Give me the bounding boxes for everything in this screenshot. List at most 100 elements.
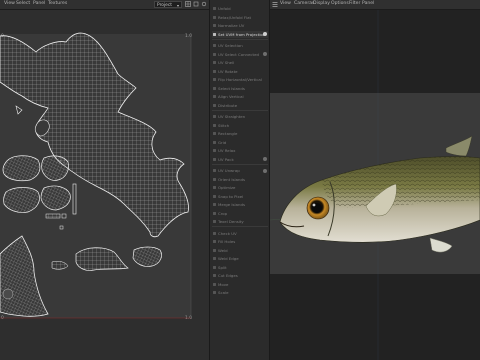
options-icon[interactable] <box>263 157 267 161</box>
options-icon[interactable] <box>263 168 267 173</box>
uv-island-fin-4[interactable] <box>40 185 71 211</box>
uv-menu-view[interactable]: View <box>4 1 15 6</box>
grid-icon[interactable] <box>185 1 191 7</box>
tool-item[interactable]: Distribute <box>212 102 268 109</box>
tool-item-label: Orient Islands <box>218 176 245 182</box>
uv-menu-panel[interactable]: Panel <box>33 1 45 6</box>
tool-item-label: Stitch <box>218 122 230 128</box>
tool-item[interactable]: UV Rotate <box>212 68 268 75</box>
tool-item[interactable]: Rectangle <box>212 130 268 137</box>
uv-menu-select[interactable]: Select <box>16 1 30 6</box>
tool-item-label: Select Islands <box>218 85 245 91</box>
tool-item-label: UV Select Connected <box>218 51 259 57</box>
tool-item[interactable]: Unfold <box>212 5 268 12</box>
tool-item-label: Split <box>218 264 227 270</box>
vp-menu-display[interactable]: Display <box>313 1 330 6</box>
tool-item-label: Normalize UV <box>218 23 245 28</box>
frame-icon[interactable] <box>193 1 199 7</box>
tool-item-label: Set UVM from Projection <box>218 31 266 37</box>
uv-island-fin-2[interactable] <box>41 155 69 181</box>
tool-item[interactable]: Split <box>212 264 268 271</box>
options-icon[interactable] <box>263 32 267 36</box>
uv-set-dropdown[interactable]: Project ▾ <box>154 1 182 8</box>
tool-item[interactable]: Stitch <box>212 122 268 129</box>
tool-item-label: UV Relax <box>218 148 236 153</box>
tool-item[interactable]: Crop <box>212 210 268 217</box>
tool-item-label: UV Rotate <box>218 68 238 74</box>
tool-item-label: UV Straighten <box>218 114 246 119</box>
tool-item-label: Check UV <box>218 230 237 236</box>
tool-item-label: UV Selection <box>218 43 243 48</box>
vp-menu-panel[interactable]: Panel <box>362 1 374 6</box>
tool-item-label: Unfold <box>218 6 231 11</box>
tool-item-label: Weld <box>218 247 228 253</box>
tool-item-label: Distribute <box>218 102 238 108</box>
viewport-menubar: View Cameras Display Options Filter Pane… <box>270 0 480 10</box>
fish-eye <box>306 196 330 220</box>
tool-item-label: UV Shell <box>218 60 235 65</box>
vp-menu-options[interactable]: Options <box>331 1 349 6</box>
uv-toolkit-panel: Unfold Relax/Unfold Flat Normalize UV Set U… <box>209 0 270 360</box>
tool-item[interactable]: Texel Density <box>212 218 268 225</box>
divider <box>212 163 268 165</box>
divider <box>212 38 268 40</box>
uv-island-part-c[interactable] <box>51 260 69 270</box>
uv-editor-menubar: View Select Panel Textures Project ▾ <box>0 0 209 10</box>
divider <box>212 226 268 227</box>
tool-item-label: UV Pack <box>218 156 234 162</box>
tool-item-label: Fill Holes <box>218 239 236 244</box>
options-icon[interactable] <box>263 52 267 56</box>
tool-item-label: Texel Density <box>218 219 244 224</box>
tool-item[interactable]: Scale <box>212 289 268 296</box>
tool-item-label: Move <box>218 281 229 287</box>
tool-item[interactable]: UV Selection <box>212 42 268 49</box>
tool-item-label: Crop <box>218 210 228 216</box>
tool-item[interactable]: Normalize UV <box>212 22 268 29</box>
tool-item-label: Weld Edge <box>218 256 239 261</box>
tool-item-label: Cut Edges <box>218 273 238 278</box>
tool-item[interactable]: Snap to Pixel <box>212 193 268 200</box>
uv-island-part-a[interactable] <box>75 247 129 271</box>
tool-item[interactable]: Check UV <box>212 230 268 237</box>
uv-island-head[interactable] <box>0 235 49 317</box>
tool-item-label: Rectangle <box>218 131 238 136</box>
fish-model[interactable] <box>270 10 480 360</box>
tool-item[interactable]: Grid <box>212 139 268 146</box>
tool-item[interactable]: Cut Edges <box>212 272 268 279</box>
tool-item[interactable]: Relax/Unfold Flat <box>212 14 268 21</box>
tool-item[interactable]: Move <box>212 281 268 288</box>
uv-menu-textures[interactable]: Textures <box>48 1 67 6</box>
tool-item[interactable]: Align Vertical <box>212 93 268 100</box>
settings-icon[interactable] <box>201 1 207 7</box>
tool-item[interactable]: UV Pack <box>212 156 268 163</box>
tool-item[interactable]: Weld Edge <box>212 255 268 262</box>
tool-item[interactable]: Merge Islands <box>212 201 268 208</box>
tool-item[interactable]: UV Relax <box>212 147 268 154</box>
tool-item[interactable]: Fill Holes <box>212 238 268 245</box>
vp-menu-view[interactable]: View <box>280 1 291 6</box>
tool-item-label: Snap to Pixel <box>218 193 244 199</box>
tool-item-label: UV Unwrap <box>218 168 240 173</box>
viewport-menu-icon[interactable] <box>272 1 278 8</box>
divider <box>212 109 268 111</box>
tool-item[interactable]: Optimize <box>212 184 268 191</box>
tool-item[interactable]: Flip Horizontal/Vertical <box>212 76 268 83</box>
tool-item-label: Optimize <box>218 185 236 190</box>
tool-item[interactable]: Orient Islands <box>212 176 268 183</box>
vp-menu-filter[interactable]: Filter <box>349 1 360 6</box>
tool-item[interactable]: Select Islands <box>212 85 268 92</box>
tool-item[interactable]: UV Straighten <box>212 113 268 120</box>
uv-islands[interactable] <box>0 10 209 360</box>
tool-item[interactable]: UV Select Connected <box>212 51 268 58</box>
tool-item-label: Align Vertical <box>218 94 244 99</box>
tool-item[interactable]: Set UVM from Projection <box>212 30 268 38</box>
tool-item-label: Merge Islands <box>218 202 245 207</box>
tool-item-label: Grid <box>218 139 227 145</box>
tool-item[interactable]: UV Shell <box>212 59 268 66</box>
vp-menu-cameras[interactable]: Cameras <box>294 1 314 6</box>
tool-item[interactable]: Weld <box>212 247 268 254</box>
tool-item[interactable]: UV Unwrap <box>212 167 268 174</box>
uv-island-fin-1[interactable] <box>2 155 41 182</box>
uv-island-fin-3[interactable] <box>3 187 40 213</box>
uv-island-part-b[interactable] <box>132 246 162 267</box>
